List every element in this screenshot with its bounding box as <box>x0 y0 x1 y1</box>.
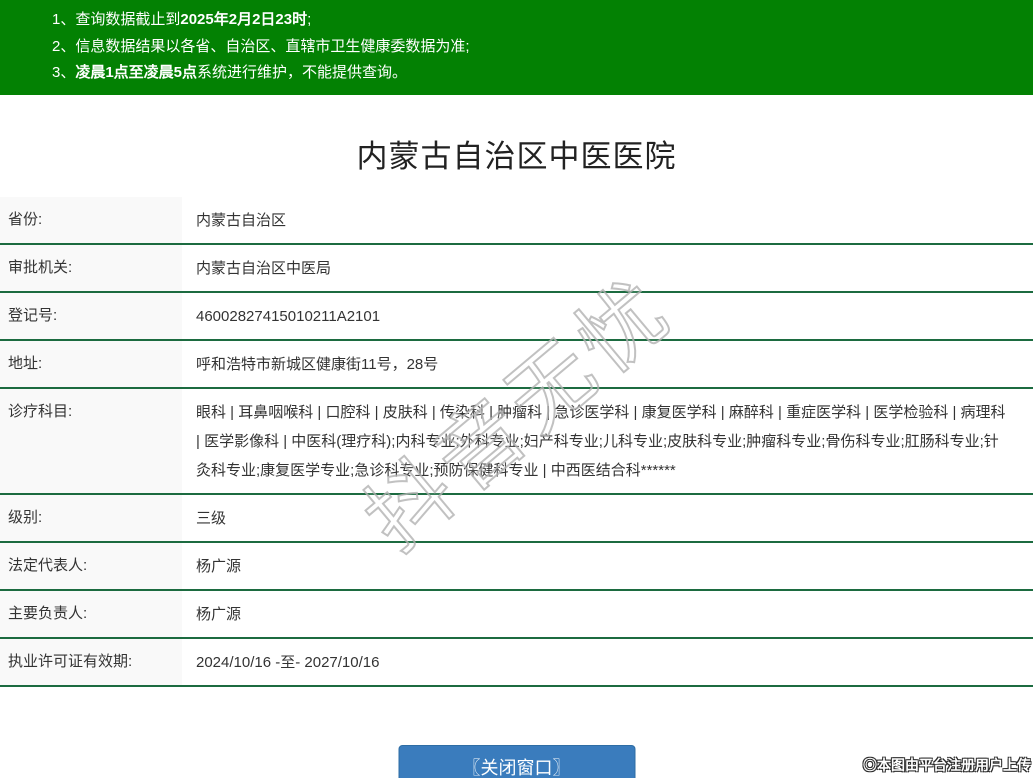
table-row-treatment-subjects: 诊疗科目: 眼科 | 耳鼻咽喉科 | 口腔科 | 皮肤科 | 传染科 | 肿瘤科… <box>0 389 1033 495</box>
field-value: 三级 <box>196 509 227 527</box>
table-row-main-person-in-charge: 主要负责人: 杨广源 <box>0 591 1033 639</box>
notice-3-suffix: 系统进行维护，不能提供查询。 <box>197 64 408 81</box>
notice-banner: 1、查询数据截止到2025年2月2日23时; 2、信息数据结果以各省、自治区、直… <box>0 0 1033 95</box>
field-label: 执业许可证有效期: <box>0 639 182 685</box>
hospital-info-table: 省份: 内蒙古自治区 审批机关: 内蒙古自治区中医局 登记号: 46002827… <box>0 197 1033 687</box>
notice-3-number: 3、 <box>52 64 76 81</box>
table-row-registration-number: 登记号: 46002827415010211A2101 <box>0 293 1033 341</box>
field-value: 杨广源 <box>196 605 242 623</box>
page-title: 内蒙古自治区中医医院 <box>356 139 677 174</box>
notice-line-2: 2、信息数据结果以各省、自治区、直辖市卫生健康委数据为准; <box>52 34 1023 61</box>
notice-1-bold: 2025年2月2日23时 <box>180 11 308 28</box>
notice-line-1: 1、查询数据截止到2025年2月2日23时; <box>52 7 1023 34</box>
field-label: 诊疗科目: <box>0 389 182 493</box>
table-row-license-validity: 执业许可证有效期: 2024/10/16 -至- 2027/10/16 <box>0 639 1033 687</box>
table-row-province: 省份: 内蒙古自治区 <box>0 197 1033 245</box>
field-label: 地址: <box>0 341 182 387</box>
field-value: 眼科 | 耳鼻咽喉科 | 口腔科 | 皮肤科 | 传染科 | 肿瘤科 | 急诊医… <box>196 403 1006 479</box>
notice-1-number: 1、 <box>52 11 76 28</box>
table-row-level: 级别: 三级 <box>0 495 1033 543</box>
notice-line-3: 3、凌晨1点至凌晨5点系统进行维护，不能提供查询。 <box>52 60 1023 87</box>
field-value: 内蒙古自治区中医局 <box>196 259 332 277</box>
close-window-button[interactable]: 〖关闭窗口〗 <box>398 745 635 778</box>
notice-1-suffix: ; <box>307 11 312 28</box>
field-label: 审批机关: <box>0 245 182 291</box>
notice-1-text: 查询数据截止到 <box>75 11 181 28</box>
field-value: 46002827415010211A2101 <box>196 307 381 325</box>
table-row-legal-representative: 法定代表人: 杨广源 <box>0 543 1033 591</box>
notice-2-text: 信息数据结果以各省、自治区、直辖市卫生健康委数据为准; <box>75 37 470 55</box>
field-value: 内蒙古自治区 <box>196 211 287 229</box>
notice-3-bold: 凌晨1点至凌晨5点 <box>75 64 198 81</box>
table-row-approval-authority: 审批机关: 内蒙古自治区中医局 <box>0 245 1033 293</box>
field-value: 2024/10/16 -至- 2027/10/16 <box>196 653 380 671</box>
corner-upload-watermark: ◎本图由平台注册用户上传 <box>863 757 1031 773</box>
field-label: 级别: <box>0 495 182 541</box>
field-label: 主要负责人: <box>0 591 182 637</box>
field-value: 呼和浩特市新城区健康街11号，28号 <box>196 355 439 373</box>
table-row-address: 地址: 呼和浩特市新城区健康街11号，28号 <box>0 341 1033 389</box>
notice-2-number: 2、 <box>52 37 76 55</box>
field-label: 登记号: <box>0 293 182 339</box>
field-label: 省份: <box>0 197 182 243</box>
field-value: 杨广源 <box>196 557 242 575</box>
field-label: 法定代表人: <box>0 543 182 589</box>
